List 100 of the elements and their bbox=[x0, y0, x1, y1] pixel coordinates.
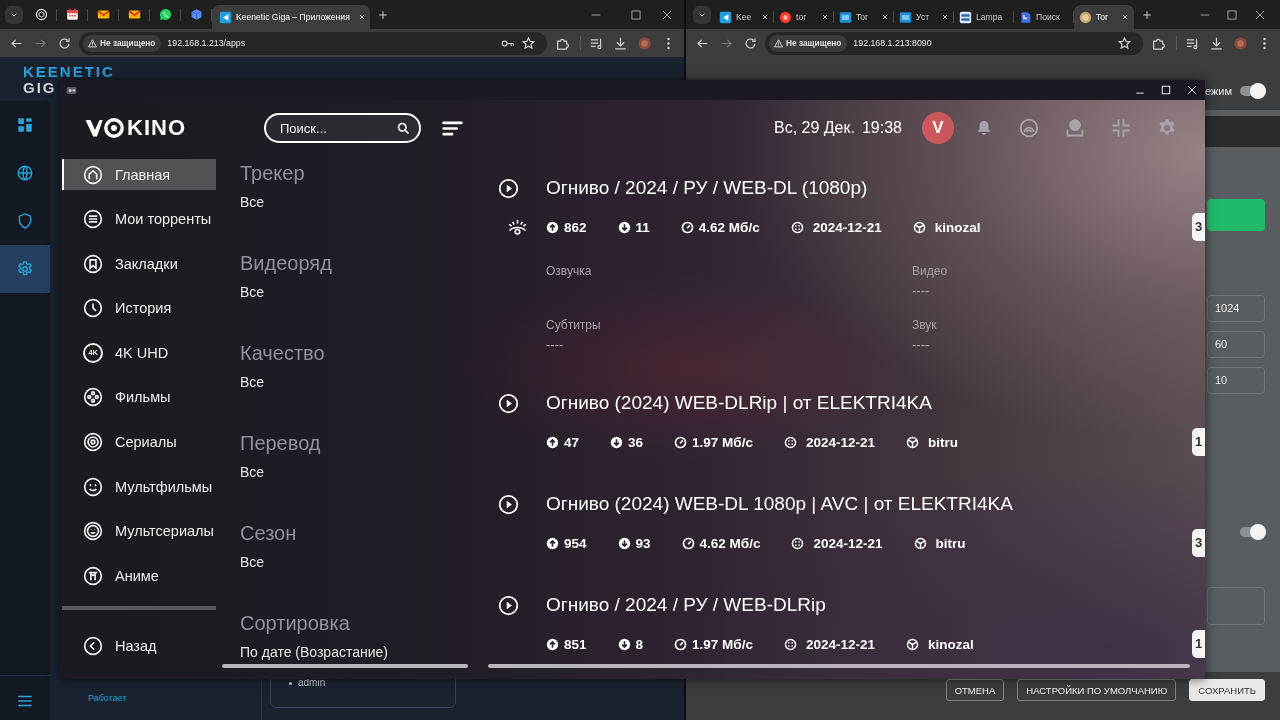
input-field[interactable]: 10 bbox=[1207, 367, 1265, 394]
filter-value[interactable]: Все bbox=[240, 282, 265, 302]
avatar-icon[interactable] bbox=[1234, 36, 1247, 50]
tile-icon bbox=[219, 10, 232, 24]
sidebar-item[interactable]: Аниме bbox=[62, 560, 216, 592]
back-button[interactable]: Назад bbox=[62, 630, 216, 661]
app-icon bbox=[66, 84, 77, 96]
plus-icon[interactable] bbox=[1142, 9, 1152, 20]
sidebar-item[interactable]: Мультсериалы bbox=[62, 515, 216, 547]
sidebar-item[interactable]: Закладки bbox=[62, 248, 216, 280]
close-icon[interactable] bbox=[821, 13, 829, 21]
gauge-icon bbox=[674, 637, 688, 651]
star-icon[interactable] bbox=[1118, 36, 1131, 50]
download-icon[interactable] bbox=[1210, 36, 1223, 50]
logo-mark-icon bbox=[85, 117, 125, 139]
filter-heading: Сортировка bbox=[240, 611, 350, 636]
close-icon[interactable] bbox=[1255, 9, 1265, 20]
music-list-icon[interactable] bbox=[1186, 36, 1199, 50]
reload-icon[interactable] bbox=[58, 36, 71, 50]
close-icon[interactable] bbox=[662, 9, 672, 20]
address-bar[interactable]: Не защищено 192.168.1.213/apps bbox=[79, 31, 547, 55]
envelope-icon bbox=[128, 8, 141, 21]
browser-tab[interactable]: Tor bbox=[1074, 5, 1134, 29]
close-icon[interactable] bbox=[881, 13, 889, 21]
hub-icon bbox=[912, 220, 926, 234]
footer-button[interactable]: ОТМЕНА bbox=[945, 679, 1005, 701]
seeder-count: 851 bbox=[564, 636, 587, 652]
input-field[interactable]: 1024 bbox=[1207, 295, 1265, 322]
result-title[interactable]: Огниво (2024) WEB-DL 1080p | AVC | от ELEKTRI4KA bbox=[546, 491, 1013, 517]
scrollbar-thumb[interactable] bbox=[62, 605, 216, 610]
close-icon[interactable] bbox=[1121, 13, 1129, 21]
toggle-switch[interactable] bbox=[1240, 83, 1266, 99]
filter-value[interactable]: Все bbox=[240, 372, 265, 392]
logo-text: KINO bbox=[127, 115, 186, 141]
warning-icon bbox=[88, 38, 97, 48]
scrollbar-thumb[interactable] bbox=[488, 664, 1190, 668]
puzzle-icon[interactable] bbox=[556, 36, 569, 50]
document-icon bbox=[1019, 10, 1032, 24]
security-chip[interactable]: Не защищено bbox=[83, 34, 162, 52]
search-field[interactable]: Поиск... bbox=[264, 113, 421, 143]
tile-icon bbox=[959, 10, 972, 24]
address-bar[interactable]: Не защищено 192.168.1.213:8090 bbox=[765, 31, 1143, 55]
scrollbar-thumb[interactable] bbox=[222, 664, 468, 668]
close-icon[interactable] bbox=[357, 13, 366, 21]
footer-button[interactable]: НАСТРОЙКИ ПО УМОЛЧАНИЮ bbox=[1017, 679, 1177, 701]
sidebar-item[interactable]: История bbox=[62, 292, 216, 324]
close-icon[interactable] bbox=[761, 13, 769, 21]
play-icon[interactable] bbox=[498, 392, 519, 414]
result-title[interactable]: Огниво (2024) WEB-DLRip | от ELEKTRI4KA bbox=[546, 390, 932, 416]
sidebar-item[interactable]: Главная bbox=[62, 159, 216, 190]
puzzle-icon[interactable] bbox=[1152, 36, 1165, 50]
date-value: 2024-12-21 bbox=[805, 434, 875, 450]
filter-value[interactable]: Все bbox=[240, 552, 265, 572]
avatar-icon[interactable] bbox=[638, 36, 651, 50]
sidebar-item[interactable]: Фильмы bbox=[62, 381, 216, 413]
close-icon[interactable] bbox=[941, 13, 949, 21]
disc-icon bbox=[1079, 10, 1092, 24]
list-icon bbox=[83, 209, 103, 230]
footer-button[interactable]: СОХРАНИТЬ bbox=[1189, 679, 1265, 701]
filter-value[interactable]: По дате (Возрастание) bbox=[240, 642, 388, 662]
input-field[interactable] bbox=[1207, 587, 1265, 625]
seeder-count: 47 bbox=[564, 434, 580, 450]
search-icon[interactable] bbox=[396, 120, 411, 136]
browser-tab[interactable]: Keenetic Giga – Приложения bbox=[212, 5, 370, 29]
security-chip[interactable]: Не защищено bbox=[769, 34, 848, 52]
bell-icon[interactable] bbox=[975, 119, 993, 137]
play-icon[interactable] bbox=[498, 594, 519, 616]
sidebar-item[interactable]: Сериалы bbox=[62, 426, 216, 458]
leecher-count: 93 bbox=[635, 535, 651, 551]
play-icon[interactable] bbox=[498, 177, 519, 199]
music-list-icon[interactable] bbox=[590, 36, 603, 50]
up-arrow-icon bbox=[546, 435, 559, 449]
filter-value[interactable]: Все bbox=[240, 462, 265, 482]
input-field[interactable]: 60 bbox=[1207, 331, 1265, 358]
gate-icon bbox=[83, 565, 103, 586]
filter-value[interactable]: Все bbox=[240, 192, 265, 212]
toggle-switch[interactable] bbox=[1240, 524, 1266, 540]
detail-label: Звук bbox=[912, 317, 937, 333]
sidebar-item[interactable]: Мультфильмы bbox=[62, 471, 216, 503]
arcs-icon[interactable] bbox=[1019, 118, 1039, 138]
result-title[interactable]: Огниво / 2024 / РУ / WEB-DL (1080p) bbox=[546, 175, 868, 201]
tracker-name: bitru bbox=[928, 434, 958, 450]
result-title[interactable]: Огниво / 2024 / РУ / WEB-DLRip bbox=[546, 592, 826, 618]
play-icon[interactable] bbox=[498, 493, 519, 515]
globe-icon bbox=[16, 164, 34, 182]
leecher-count: 11 bbox=[635, 219, 650, 235]
download-icon[interactable] bbox=[614, 36, 627, 50]
reload-icon[interactable] bbox=[744, 36, 757, 50]
plus-icon[interactable] bbox=[378, 9, 388, 20]
dotted-circle-icon bbox=[783, 637, 797, 651]
count-badge: 1 bbox=[1192, 630, 1205, 658]
filter-heading: Видеоряд bbox=[240, 251, 332, 276]
bullet-icon bbox=[289, 682, 292, 685]
seeder-count: 954 bbox=[564, 535, 587, 551]
nav-item[interactable] bbox=[0, 245, 50, 293]
sidebar-item[interactable]: Мои торренты bbox=[62, 203, 216, 235]
warning-icon bbox=[774, 38, 783, 48]
bookmark-icon bbox=[83, 253, 103, 274]
menu-icon[interactable] bbox=[442, 120, 463, 136]
star-icon[interactable] bbox=[522, 36, 535, 50]
